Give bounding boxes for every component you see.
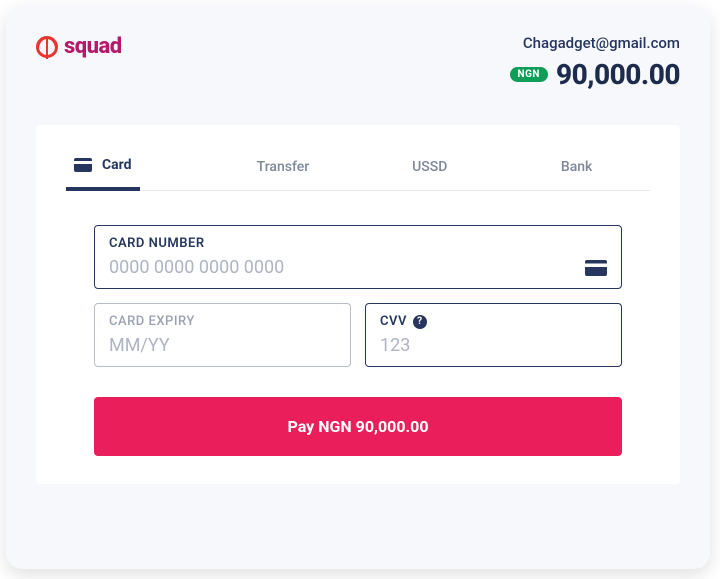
card-expiry-field[interactable]: CARD EXPIRY [94,303,351,367]
card-number-field[interactable]: CARD NUMBER [94,225,622,289]
amount-row: NGN 90,000.00 [510,58,680,91]
squad-logo-icon [36,36,58,58]
card-form: CARD NUMBER CARD EXPIRY [66,191,650,456]
tab-card[interactable]: Card [66,147,140,191]
currency-badge: NGN [510,67,548,82]
brand-logo: squad [36,34,122,59]
cvv-label: CVV ? [380,314,607,329]
header: squad Chagadget@gmail.com NGN 90,000.00 [36,34,680,91]
card-number-input[interactable] [109,257,607,278]
cvv-label-text: CVV [380,314,407,329]
tab-bank-label: Bank [561,159,592,175]
account-email: Chagadget@gmail.com [510,34,680,52]
card-number-label: CARD NUMBER [109,236,607,251]
tab-ussd[interactable]: USSD [356,147,503,190]
card-expiry-label: CARD EXPIRY [109,314,336,329]
tab-card-label: Card [102,157,132,173]
tab-bank[interactable]: Bank [503,147,650,190]
account-info: Chagadget@gmail.com NGN 90,000.00 [510,34,680,91]
pay-button[interactable]: Pay NGN 90,000.00 [94,397,622,456]
card-icon [74,158,92,172]
cvv-input[interactable] [380,335,607,356]
payment-tabs: Card Transfer USSD Bank [66,147,650,191]
payment-modal: squad Chagadget@gmail.com NGN 90,000.00 … [6,6,710,569]
tab-ussd-label: USSD [412,159,447,175]
amount-value: 90,000.00 [556,58,680,91]
brand-name: squad [64,34,122,59]
tab-transfer-label: Transfer [257,159,310,175]
card-expiry-input[interactable] [109,335,336,356]
cvv-help-icon[interactable]: ? [413,315,427,329]
cvv-field[interactable]: CVV ? [365,303,622,367]
payment-panel: Card Transfer USSD Bank CARD NUMBER [36,125,680,484]
card-brand-icon [585,260,607,276]
tab-transfer[interactable]: Transfer [210,147,357,190]
